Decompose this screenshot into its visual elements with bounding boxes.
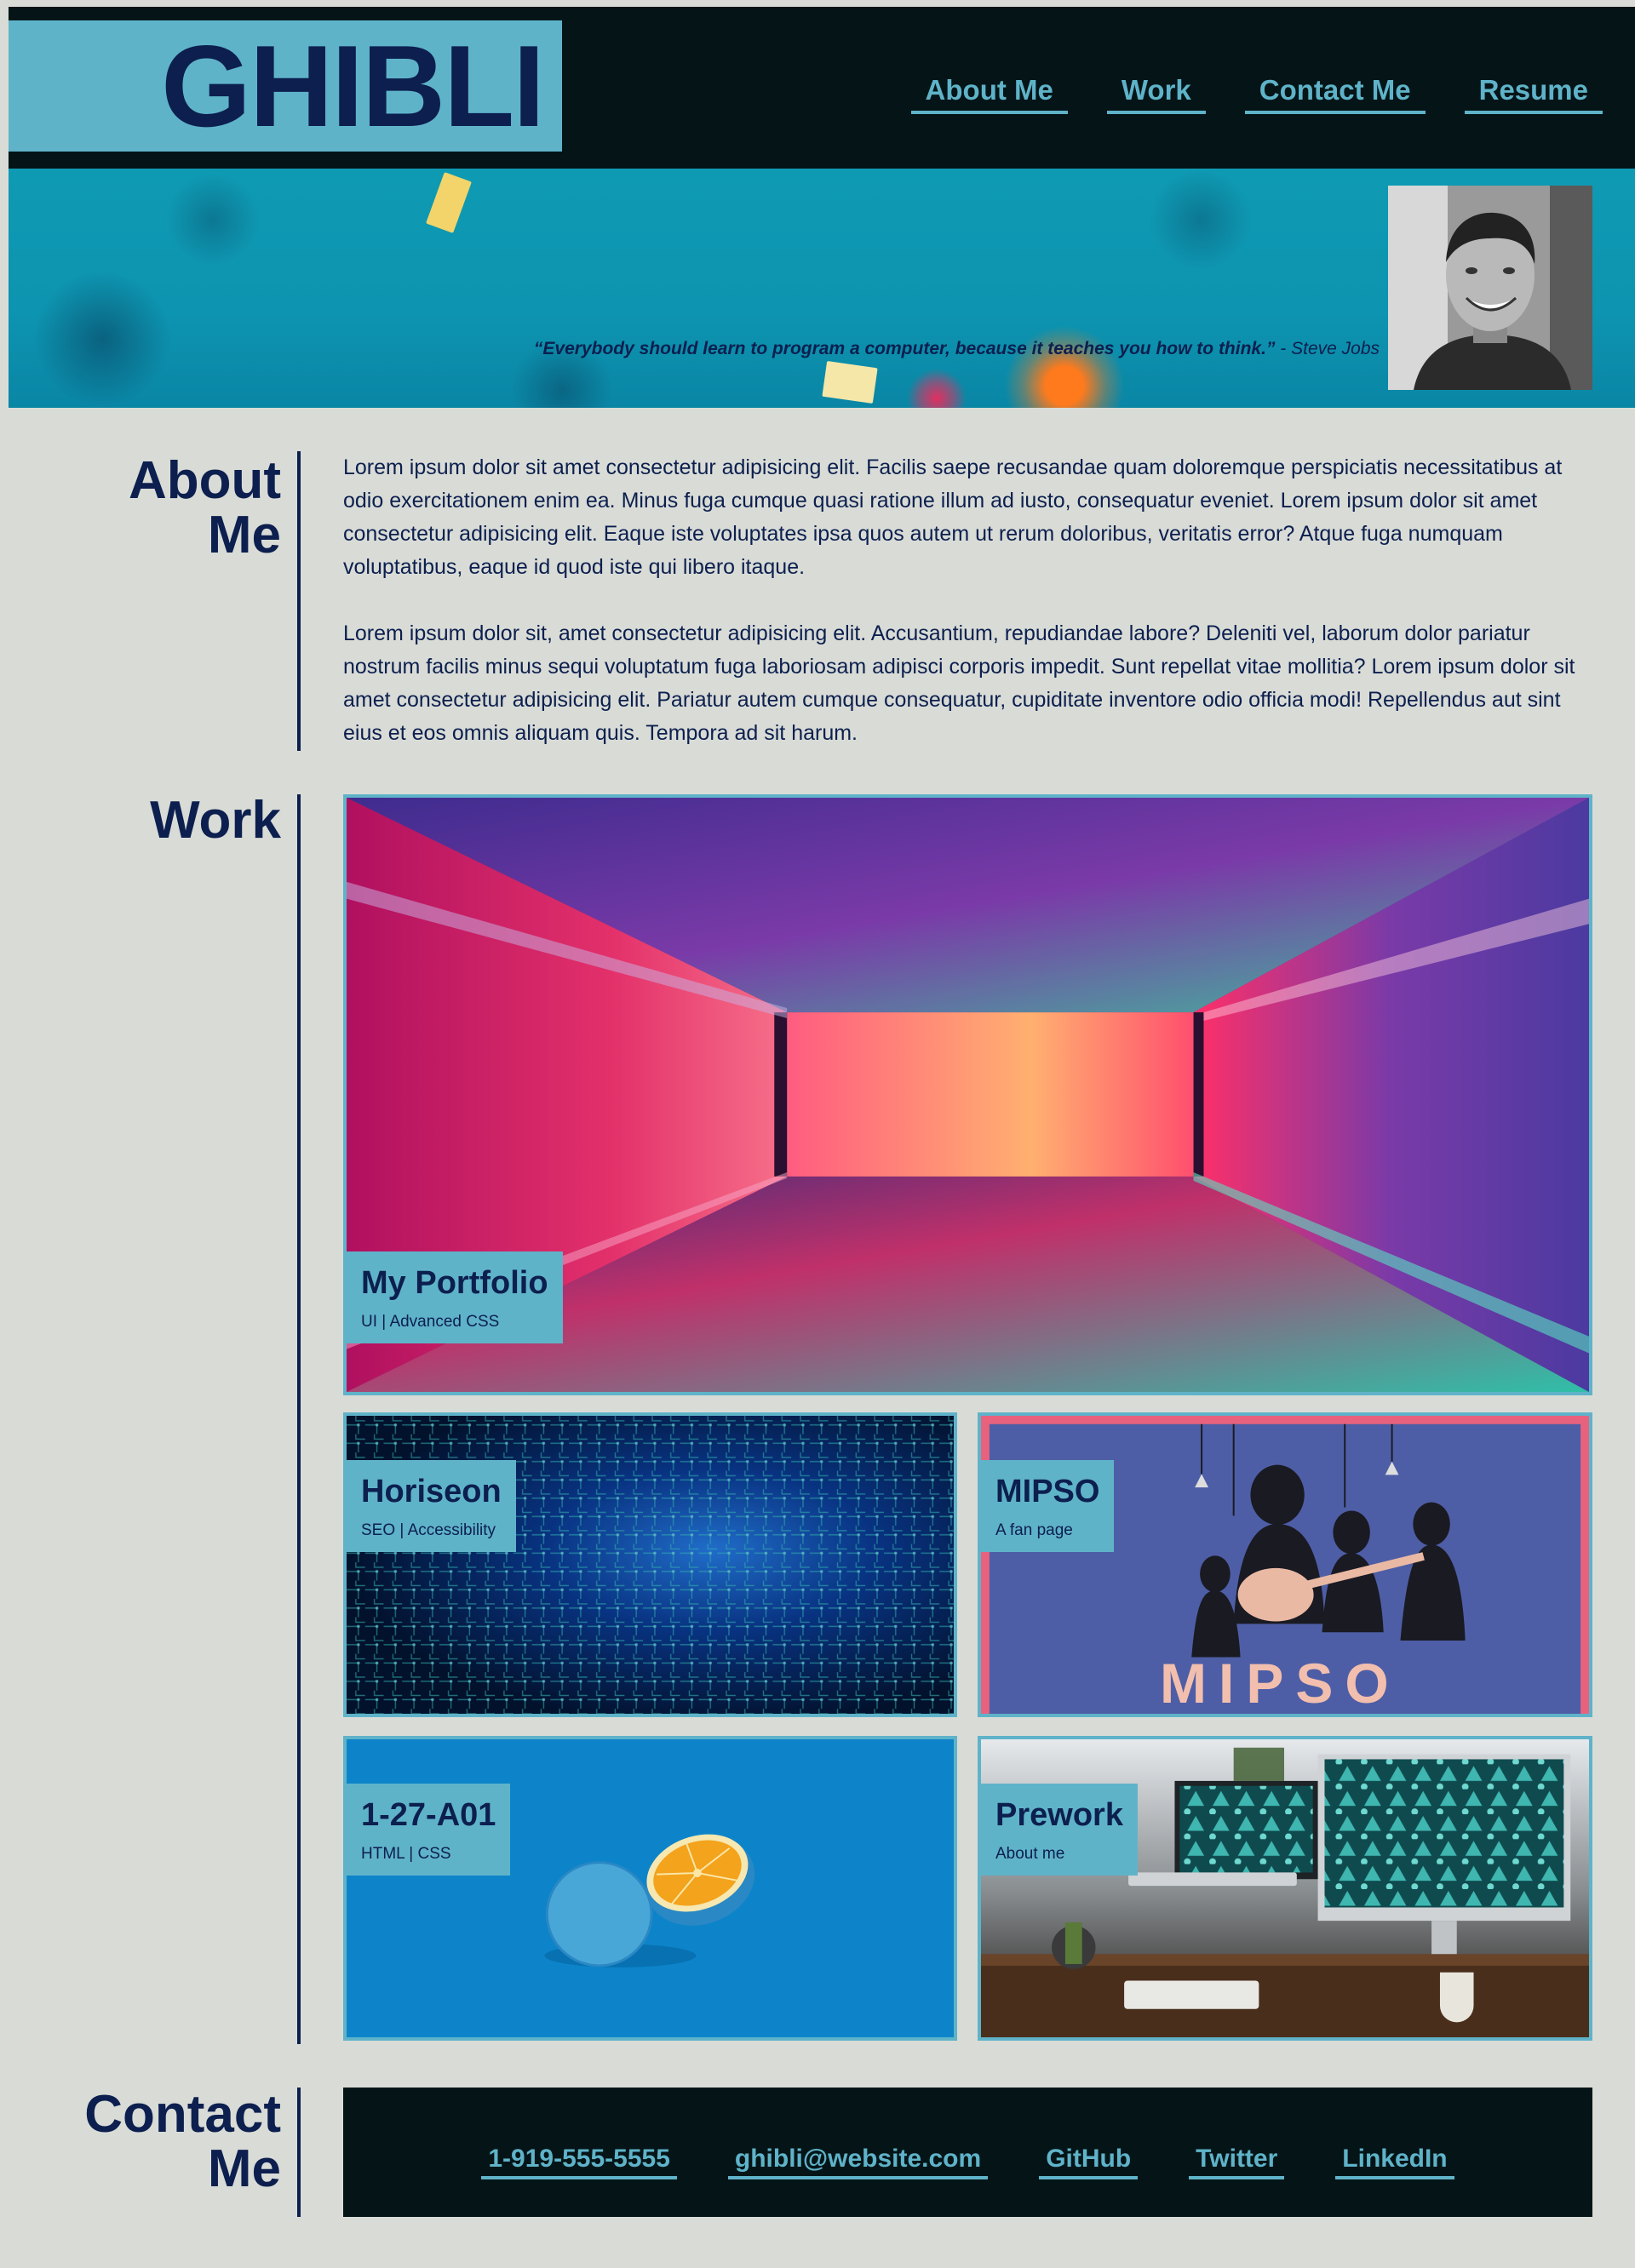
hero-quote: “Everybody should learn to program a com…	[534, 339, 1380, 359]
project-subtitle: A fan page	[995, 1521, 1073, 1539]
nav-resume[interactable]: Resume	[1464, 73, 1603, 114]
about-title: About Me	[128, 451, 281, 565]
contact-title-line2: Me	[207, 2139, 281, 2199]
contact-title: Contact Me	[84, 2085, 281, 2199]
confetti-decoration	[426, 172, 472, 233]
person-portrait-icon	[1388, 186, 1592, 390]
project-label: Horiseon SEO | Accessibility	[347, 1460, 516, 1552]
project-card-1-27-a01[interactable]: 1-27-A01 HTML | CSS	[343, 1736, 957, 2041]
contact-twitter-link[interactable]: Twitter	[1189, 2145, 1285, 2179]
portrait-image	[1388, 186, 1592, 390]
main-nav: About Me Work Contact Me Resume	[910, 73, 1603, 114]
about-title-line2: Me	[207, 506, 281, 565]
confetti-decoration	[822, 361, 878, 404]
project-card-horiseon[interactable]: Horiseon SEO | Accessibility	[343, 1412, 957, 1717]
contact-phone-link[interactable]: 1-919-555-5555	[481, 2145, 677, 2179]
project-label: Prework About me	[981, 1784, 1138, 1876]
logo-text: GHIBLI	[161, 21, 545, 151]
about-divider	[297, 451, 301, 751]
contact-title-line1: Contact	[84, 2085, 281, 2144]
project-title: Horiseon	[361, 1474, 502, 1509]
project-card-prework[interactable]: Prework About me	[978, 1736, 1592, 2041]
contact-linkedin-link[interactable]: LinkedIn	[1335, 2145, 1454, 2179]
project-subtitle: HTML | CSS	[361, 1844, 451, 1863]
project-title: MIPSO	[995, 1474, 1100, 1509]
project-label: My Portfolio UI | Advanced CSS	[347, 1251, 563, 1343]
quote-text: “Everybody should learn to program a com…	[533, 339, 1276, 358]
work-divider	[297, 794, 301, 2044]
project-subtitle: SEO | Accessibility	[361, 1521, 496, 1539]
quote-author: - Steve Jobs	[1275, 339, 1380, 358]
project-subtitle: UI | Advanced CSS	[361, 1312, 500, 1331]
work-title: Work	[150, 791, 281, 850]
about-title-line1: About	[128, 451, 281, 510]
contact-email-link[interactable]: ghibli@website.com	[727, 2145, 989, 2179]
project-label: 1-27-A01 HTML | CSS	[347, 1784, 511, 1876]
project-title: Prework	[995, 1797, 1123, 1833]
about-paragraph: Lorem ipsum dolor sit amet consectetur a…	[343, 455, 1563, 579]
hero-banner: “Everybody should learn to program a com…	[9, 169, 1635, 408]
logo[interactable]: GHIBLI	[9, 20, 562, 152]
project-card-portfolio[interactable]: My Portfolio UI | Advanced CSS	[343, 794, 1592, 1395]
mipso-art-text: MIPSO	[1160, 1652, 1401, 1715]
project-label: MIPSO A fan page	[981, 1460, 1115, 1552]
about-paragraph: Lorem ipsum dolor sit, amet consectetur …	[343, 621, 1575, 745]
project-subtitle: About me	[995, 1844, 1065, 1863]
project-title: My Portfolio	[361, 1265, 548, 1301]
project-title: 1-27-A01	[361, 1797, 496, 1833]
contact-divider	[297, 2088, 301, 2217]
about-text: Lorem ipsum dolor sit amet consectetur a…	[343, 451, 1578, 750]
nav-work[interactable]: Work	[1106, 73, 1206, 114]
contact-links: 1-919-555-5555 ghibli@website.com GitHub…	[343, 2088, 1592, 2217]
nav-contact-me[interactable]: Contact Me	[1244, 73, 1426, 114]
nav-about-me[interactable]: About Me	[910, 73, 1068, 114]
site-header: GHIBLI About Me Work Contact Me Resume	[9, 7, 1635, 169]
project-card-mipso[interactable]: MIPSO MIPSO A fan page	[978, 1412, 1592, 1717]
contact-github-link[interactable]: GitHub	[1039, 2145, 1139, 2179]
